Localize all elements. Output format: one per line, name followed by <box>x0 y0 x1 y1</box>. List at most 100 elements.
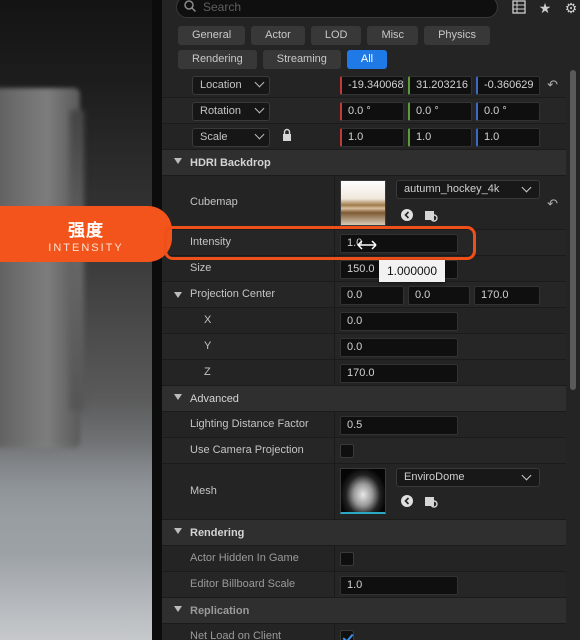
scale-y-field[interactable]: 1.0 <box>408 128 472 147</box>
advanced-section-title: Advanced <box>190 393 239 405</box>
projection-x-field[interactable]: 0.0 <box>340 312 458 331</box>
rotation-y-field[interactable]: 0.0 ° <box>408 102 472 121</box>
filter-actor[interactable]: Actor <box>251 26 305 45</box>
star-icon[interactable]: ★ <box>536 0 554 18</box>
filter-physics[interactable]: Physics <box>424 26 490 45</box>
hdri-section-header[interactable]: HDRI Backdrop <box>162 150 566 176</box>
filter-general[interactable]: General <box>178 26 246 45</box>
advanced-section-header[interactable]: Advanced <box>162 386 566 412</box>
location-dropdown[interactable]: Location <box>192 76 270 95</box>
chevron-down-icon <box>254 103 265 114</box>
column-separator <box>334 308 335 333</box>
projection-y-label: Y <box>204 340 212 352</box>
reset-icon[interactable]: ↶ <box>547 77 558 93</box>
location-label: Location <box>200 79 242 91</box>
location-y-field[interactable]: 31.203216 <box>408 76 472 95</box>
cubemap-thumbnail[interactable] <box>340 180 386 226</box>
search-input[interactable]: Search <box>176 0 498 18</box>
rendering-section-header[interactable]: Rendering <box>162 520 566 546</box>
cubemap-label: Cubemap <box>190 196 238 208</box>
column-separator <box>334 176 335 229</box>
chevron-down-icon <box>521 182 532 193</box>
grid-icon[interactable] <box>510 0 528 18</box>
details-toolbar: ★ ⚙ <box>510 0 580 18</box>
location-row: Location -19.340068 31.203216 -0.360629 … <box>162 72 566 98</box>
mesh-dropdown[interactable]: EnviroDome <box>396 468 540 487</box>
annotation-title-cn: 强度 <box>68 221 104 240</box>
hidden-in-game-checkbox[interactable] <box>340 552 354 566</box>
rotation-label: Rotation <box>200 105 241 117</box>
mesh-row: Mesh EnviroDome <box>162 464 566 520</box>
panel-divider[interactable] <box>152 0 162 640</box>
lock-icon[interactable] <box>282 128 292 142</box>
viewport[interactable] <box>0 0 152 640</box>
search-icon <box>184 0 197 13</box>
net-load-row: Net Load on Client <box>162 624 566 640</box>
filter-streaming[interactable]: Streaming <box>262 50 341 69</box>
column-separator <box>334 412 335 437</box>
rotation-row: Rotation 0.0 ° 0.0 ° 0.0 ° <box>162 98 566 124</box>
projection-y-row: Y 0.0 <box>162 334 566 360</box>
replication-section-header[interactable]: Replication <box>162 598 566 624</box>
billboard-scale-row: Editor Billboard Scale 1.0 <box>162 572 566 598</box>
replication-section-title: Replication <box>190 605 250 617</box>
projection-z-field[interactable]: 170.0 <box>340 364 458 383</box>
projection-center-y-field[interactable]: 0.0 <box>408 286 470 305</box>
billboard-scale-label: Editor Billboard Scale <box>190 578 296 590</box>
scale-x-field[interactable]: 1.0 <box>340 128 404 147</box>
annotation-title-en: INTENSITY <box>48 242 124 254</box>
property-rows: Location -19.340068 31.203216 -0.360629 … <box>162 72 566 640</box>
location-x-field[interactable]: -19.340068 <box>340 76 404 95</box>
expand-arrow-icon <box>174 528 182 534</box>
column-separator <box>334 546 335 571</box>
lighting-distance-label: Lighting Distance Factor <box>190 418 309 430</box>
cubemap-row: Cubemap autumn_hockey_4k ↶ <box>162 176 566 230</box>
projection-center-x-field[interactable]: 0.0 <box>340 286 404 305</box>
chevron-down-icon <box>521 470 532 481</box>
column-separator <box>334 572 335 597</box>
scale-dropdown[interactable]: Scale <box>192 128 270 147</box>
search-placeholder: Search <box>203 0 242 14</box>
scrollbar[interactable] <box>570 70 576 390</box>
billboard-scale-field[interactable]: 1.0 <box>340 576 458 595</box>
filter-lod[interactable]: LOD <box>310 26 362 45</box>
rotation-z-field[interactable]: 0.0 ° <box>476 102 540 121</box>
filter-all[interactable]: All <box>346 50 388 69</box>
cubemap-dropdown[interactable]: autumn_hockey_4k <box>396 180 540 199</box>
filter-tabs: General Actor LOD Misc Physics Rendering… <box>178 26 558 74</box>
settings-icon[interactable]: ⚙ <box>562 0 580 18</box>
resize-cursor-icon <box>357 240 377 250</box>
expand-arrow-icon <box>174 394 182 400</box>
expand-arrow-icon[interactable] <box>174 292 182 298</box>
reset-icon[interactable]: ↶ <box>547 196 558 212</box>
projection-center-z-field[interactable]: 170.0 <box>474 286 540 305</box>
cubemap-value: autumn_hockey_4k <box>404 183 500 195</box>
camera-projection-checkbox[interactable] <box>340 444 354 458</box>
filter-misc[interactable]: Misc <box>367 26 419 45</box>
mesh-thumbnail[interactable] <box>340 468 386 514</box>
lighting-distance-row: Lighting Distance Factor 0.5 <box>162 412 566 438</box>
use-selected-icon[interactable] <box>400 208 414 222</box>
lighting-distance-field[interactable]: 0.5 <box>340 416 458 435</box>
scale-z-field[interactable]: 1.0 <box>476 128 540 147</box>
mesh-value: EnviroDome <box>404 471 465 483</box>
browse-icon[interactable] <box>424 494 438 508</box>
chevron-down-icon <box>254 129 265 140</box>
net-load-checkbox[interactable] <box>340 630 354 640</box>
rotation-x-field[interactable]: 0.0 ° <box>340 102 404 121</box>
projection-x-row: X 0.0 <box>162 308 566 334</box>
location-z-field[interactable]: -0.360629 <box>476 76 540 95</box>
hidden-in-game-row: Actor Hidden In Game <box>162 546 566 572</box>
mesh-label: Mesh <box>190 485 217 497</box>
size-row: Size 150.0 <box>162 256 566 282</box>
projection-y-field[interactable]: 0.0 <box>340 338 458 357</box>
column-separator <box>334 282 335 307</box>
size-label: Size <box>190 262 212 274</box>
browse-icon[interactable] <box>424 208 438 222</box>
expand-arrow-icon <box>174 606 182 612</box>
filter-rendering[interactable]: Rendering <box>178 50 257 69</box>
column-separator <box>334 256 335 281</box>
rotation-dropdown[interactable]: Rotation <box>192 102 270 121</box>
column-separator <box>334 334 335 359</box>
use-selected-icon[interactable] <box>400 494 414 508</box>
